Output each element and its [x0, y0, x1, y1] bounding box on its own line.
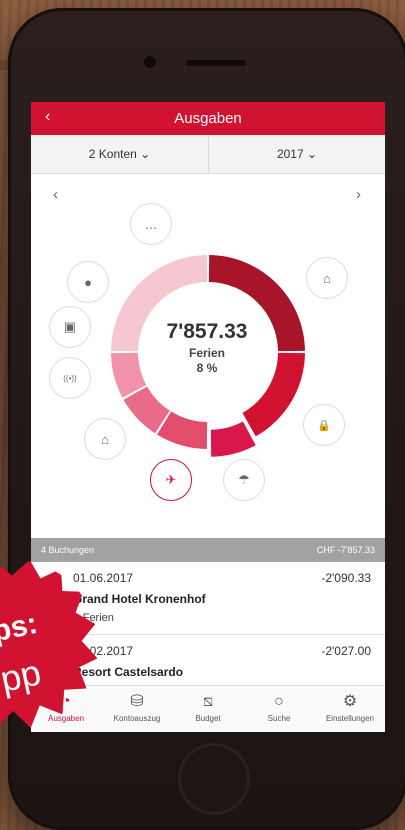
category-lock-button[interactable]: 🔒: [303, 404, 345, 446]
tab-kontoauszug[interactable]: ⛁ Kontoauszug: [102, 686, 172, 732]
tab-budget[interactable]: ⧅ Budget: [173, 686, 243, 732]
donut-segment-vacation[interactable]: [210, 421, 256, 457]
transaction-amount: -2'027.00: [321, 644, 371, 658]
tab-label: Budget: [195, 714, 221, 723]
coin-stack-icon: ⛁: [130, 693, 144, 710]
transaction-count: 4 Buchungen: [41, 545, 95, 555]
transaction-date: 01.06.2017: [73, 571, 134, 585]
transactions-summary-bar: 4 Buchungen CHF -7'857.33: [31, 538, 385, 562]
transaction-name: Resort Castelsardo: [73, 665, 184, 679]
center-amount: 7'857.33: [166, 320, 248, 343]
tab-label: Kontoauszug: [113, 714, 161, 723]
tab-einstellungen[interactable]: ⚙ Einstellungen: [315, 686, 385, 732]
house-icon: ⌂: [323, 270, 331, 286]
search-icon: ○: [274, 693, 284, 710]
tab-label: Einstellungen: [325, 714, 375, 723]
tab-label: Ausgaben: [47, 714, 85, 723]
tab-label: Suche: [267, 714, 291, 723]
category-video-button[interactable]: ▣: [49, 306, 91, 348]
category-bank-button[interactable]: ⌂: [84, 418, 126, 460]
gear-icon: ⚙: [342, 693, 358, 710]
center-category: Ferien: [188, 346, 225, 360]
bank-icon: ⌂: [101, 431, 109, 447]
promo-text-2: pp: [0, 651, 45, 700]
speaker-grille: [186, 60, 246, 66]
broadcast-icon: ((•)): [63, 373, 77, 383]
category-home-button[interactable]: ⌂: [306, 257, 348, 299]
category-more-button[interactable]: …: [130, 203, 172, 245]
transaction-total: CHF -7'857.33: [316, 545, 375, 555]
chart-board-icon: ⧅: [202, 693, 214, 710]
apple-icon: ●: [84, 274, 92, 290]
chart-center: 7'857.33 Ferien 8 %: [137, 320, 277, 375]
airplane-icon: ✈: [165, 472, 177, 487]
center-percent: 8 %: [196, 361, 218, 375]
category-vacation-button[interactable]: ✈: [150, 459, 192, 501]
more-icon: …: [144, 216, 158, 232]
tab-bar: ◔ Ausgaben ⛁ Kontoauszug ⧅ Budget ○ Such…: [31, 685, 385, 732]
camera-icon: ▣: [63, 319, 77, 334]
home-button[interactable]: [178, 743, 250, 815]
umbrella-icon: ☂: [238, 472, 250, 487]
category-umbrella-button[interactable]: ☂: [223, 459, 265, 501]
category-broadcast-button[interactable]: ((•)): [49, 357, 91, 399]
transaction-name: Grand Hotel Kronenhof: [73, 592, 206, 606]
tab-suche[interactable]: ○ Suche: [244, 686, 314, 732]
lock-icon: 🔒: [317, 419, 331, 432]
camera-icon: [144, 56, 156, 68]
promo-text-1: ps:: [0, 606, 41, 649]
category-food-button[interactable]: ●: [67, 261, 109, 303]
transaction-amount: -2'090.33: [321, 571, 371, 585]
